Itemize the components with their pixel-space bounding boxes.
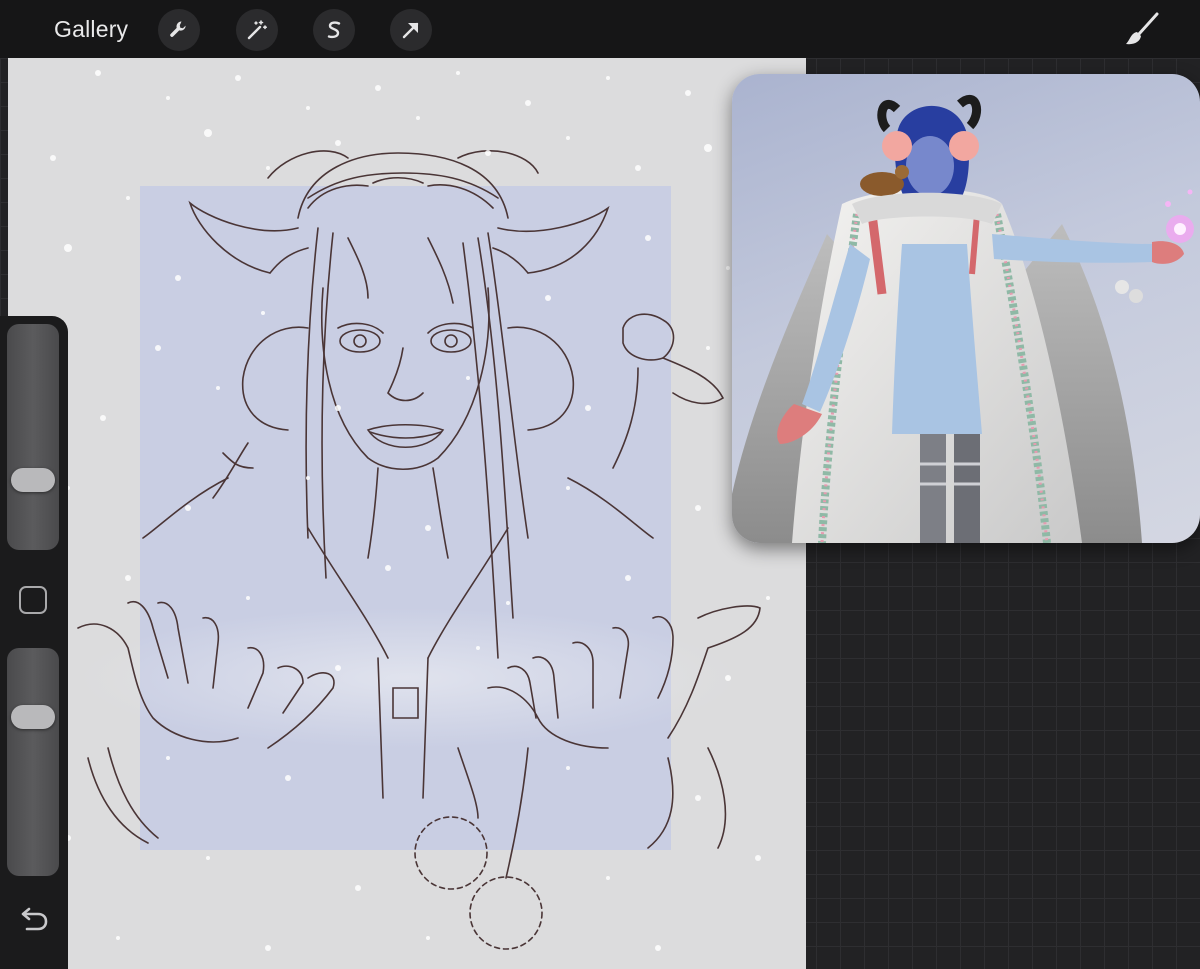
brush-size-thumb[interactable] (11, 467, 55, 492)
brush-button[interactable] (1120, 8, 1164, 52)
selection-button[interactable] (313, 9, 355, 51)
gallery-button[interactable]: Gallery (54, 16, 128, 43)
brush-opacity-thumb[interactable] (11, 704, 55, 729)
reference-image-window[interactable] (732, 74, 1200, 543)
brush-size-slider[interactable] (7, 324, 59, 550)
actions-button[interactable] (158, 9, 200, 51)
brush-icon (1126, 12, 1159, 45)
magic-wand-icon (247, 20, 267, 40)
undo-arrow-icon (21, 907, 48, 931)
transform-button[interactable] (390, 9, 432, 51)
selection-s-icon (327, 21, 341, 39)
top-toolbar: Gallery (0, 0, 1200, 58)
transform-arrow-icon (402, 22, 419, 39)
drawing-canvas[interactable] (8, 58, 806, 969)
left-sidebar (0, 316, 68, 969)
reference-character-painting (732, 94, 1194, 543)
wrench-icon (170, 21, 186, 37)
sketch-artwork (36, 70, 791, 951)
undo-button[interactable] (18, 906, 50, 934)
adjustments-button[interactable] (236, 9, 278, 51)
modify-button[interactable] (19, 586, 47, 614)
blue-background-panel (140, 186, 671, 850)
brush-opacity-slider[interactable] (7, 648, 59, 876)
